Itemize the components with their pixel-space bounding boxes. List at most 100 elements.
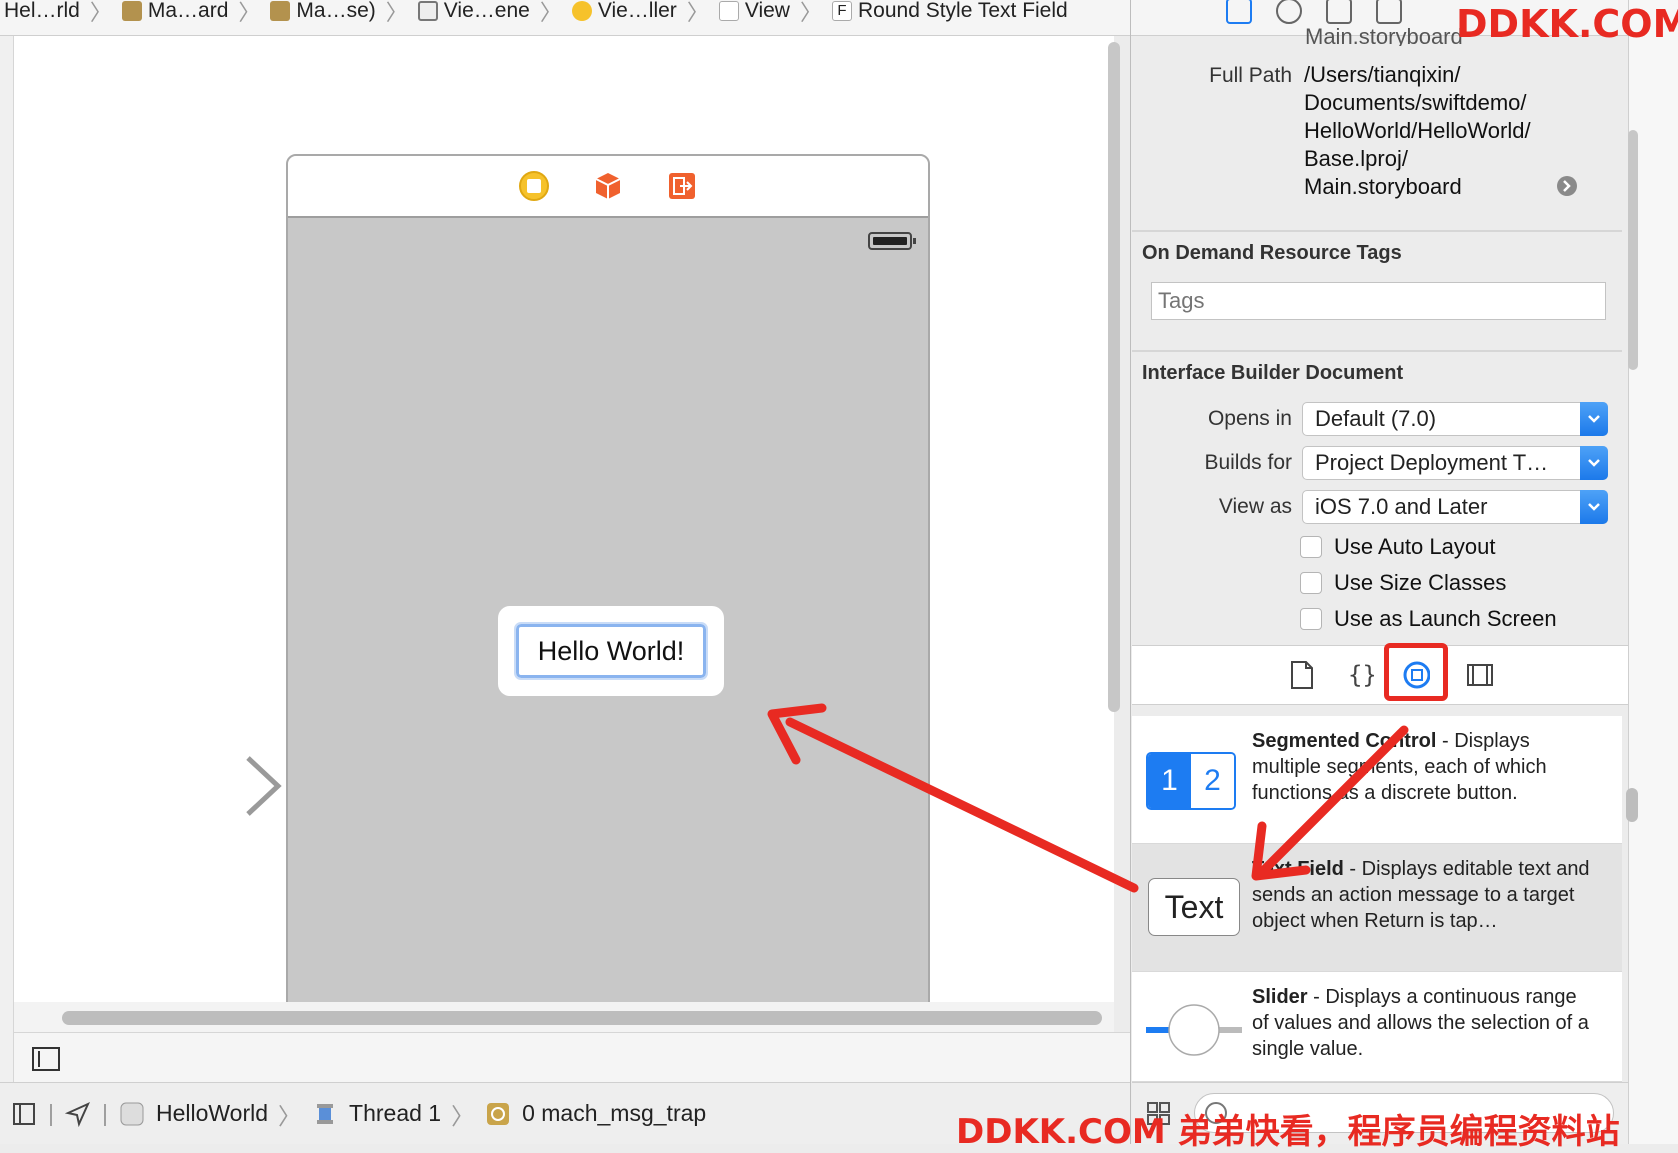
full-path-line: Documents/swiftdemo/: [1304, 90, 1527, 115]
full-path-line: Main.storyboard: [1304, 174, 1462, 199]
builds-for-label: Builds for: [1204, 451, 1292, 474]
view-as-value: iOS 7.0 and Later: [1315, 494, 1488, 519]
view-controller-scene[interactable]: Hello World!: [286, 154, 930, 1004]
view-as-label: View as: [1218, 495, 1292, 518]
debug-target-label[interactable]: HelloWorld: [156, 1100, 268, 1127]
jump-bar-breadcrumb: Hel…rld 〉 Ma…ard 〉 Ma…se) 〉 Vie…ene 〉 Vi…: [0, 0, 1130, 36]
library-item-description: Segmented Control - Displays multiple se…: [1252, 728, 1597, 806]
quick-help-icon[interactable]: [1276, 0, 1302, 24]
checkbox-box[interactable]: [1300, 608, 1322, 630]
hello-world-text-field[interactable]: Hello World!: [514, 622, 708, 680]
breadcrumb-separator: 〉: [238, 0, 261, 25]
divider: 〉: [278, 1102, 302, 1129]
library-item-text-field[interactable]: Text Text Field - Displays editable text…: [1132, 844, 1622, 972]
odr-section-title: On Demand Resource Tags: [1142, 242, 1402, 264]
canvas-vertical-scrollbar[interactable]: [1108, 42, 1120, 712]
debug-frame-label[interactable]: 0 mach_msg_trap: [522, 1100, 706, 1127]
builds-for-popup[interactable]: Project Deployment T…: [1302, 446, 1608, 480]
text-field-selection[interactable]: Hello World!: [498, 606, 724, 696]
use-size-classes-checkbox[interactable]: Use Size Classes: [1300, 570, 1506, 596]
opens-in-value: Default (7.0): [1315, 406, 1437, 431]
canvas-horizontal-scrollbar-track: [14, 1002, 1114, 1032]
full-path-line: /Users/tianqixin/: [1304, 62, 1461, 87]
media-library-icon[interactable]: [1466, 660, 1494, 690]
partial-path-text: Main.storyboard: [1305, 24, 1463, 46]
checkbox-box[interactable]: [1300, 536, 1322, 558]
library-vertical-scrollbar[interactable]: [1626, 788, 1638, 822]
divider: [1132, 350, 1622, 352]
breadcrumb-separator: 〉: [385, 0, 408, 25]
divider: |: [48, 1100, 54, 1126]
tags-input[interactable]: [1151, 282, 1606, 320]
storyboard-icon: [270, 0, 291, 21]
breadcrumb-item-project[interactable]: Hel…rld: [0, 0, 84, 23]
divider: [1132, 230, 1622, 232]
library-selector-bar: {}: [1132, 645, 1630, 705]
view-controller-icon: [571, 0, 592, 21]
breadcrumb-item-text-field[interactable]: F Round Style Text Field: [828, 0, 1072, 23]
breadcrumb-separator: 〉: [686, 0, 709, 25]
stack-frame-icon: [484, 1100, 512, 1128]
text-field-thumbnail: Text: [1148, 878, 1240, 936]
library-item-segmented-control[interactable]: 1 2 Segmented Control - Displays multipl…: [1132, 716, 1622, 844]
breadcrumb-item-storyboard[interactable]: Ma…se): [266, 0, 379, 23]
library-item-name: Segmented Control: [1252, 730, 1437, 752]
full-path-line: HelloWorld/HelloWorld/: [1304, 118, 1531, 143]
chevron-down-icon: [1580, 490, 1608, 524]
location-arrow-icon[interactable]: [64, 1100, 92, 1128]
library-item-description: Text Field - Displays editable text and …: [1252, 856, 1597, 934]
library-item-description: Slider - Displays a continuous range of …: [1252, 984, 1597, 1062]
use-as-launch-screen-checkbox[interactable]: Use as Launch Screen: [1300, 606, 1557, 632]
svg-text:{}: {}: [1348, 661, 1374, 689]
text-field-f-icon: F: [831, 0, 852, 21]
navigator-edge: [0, 36, 14, 1106]
document-outline-toggle-icon[interactable]: [32, 1047, 60, 1071]
chevron-down-icon: [1580, 446, 1608, 480]
view-hierarchy-icon[interactable]: [10, 1100, 38, 1128]
thread-spool-icon: [311, 1100, 339, 1128]
view-icon: [718, 0, 739, 21]
breadcrumb-separator: 〉: [539, 0, 562, 25]
opens-in-label: Opens in: [1207, 407, 1292, 430]
scene-icon: [417, 0, 438, 21]
scene-dock: [288, 156, 928, 218]
full-path-label: Full Path: [1209, 64, 1292, 87]
segment-label: 1: [1148, 754, 1191, 808]
code-snippet-library-icon[interactable]: {}: [1346, 660, 1374, 690]
segment-label: 2: [1191, 754, 1234, 808]
checkbox-label: Use as Launch Screen: [1334, 606, 1557, 631]
app-target-icon: [118, 1100, 146, 1128]
debug-thread-label[interactable]: Thread 1: [349, 1100, 441, 1127]
watermark-top: DDKK.COM: [1456, 2, 1678, 46]
canvas-bottom-bar: [14, 1032, 1130, 1082]
breadcrumb-item-scene[interactable]: Vie…ene: [414, 0, 534, 23]
folder-icon: [121, 0, 142, 21]
initial-view-controller-arrow[interactable]: [90, 754, 290, 834]
breadcrumb-item-view-controller[interactable]: Vie…ller: [568, 0, 681, 23]
breadcrumb-item-view[interactable]: View: [715, 0, 794, 23]
breadcrumb-separator: 〉: [89, 0, 112, 25]
use-auto-layout-checkbox[interactable]: Use Auto Layout: [1300, 534, 1495, 560]
slider-thumbnail: [1146, 1004, 1242, 1056]
library-item-slider[interactable]: Slider - Displays a continuous range of …: [1132, 972, 1622, 1082]
file-template-library-icon[interactable]: [1288, 660, 1316, 690]
view-as-popup[interactable]: iOS 7.0 and Later: [1302, 490, 1608, 524]
exit-icon[interactable]: [665, 169, 699, 203]
file-inspector-icon[interactable]: [1226, 0, 1252, 24]
divider: 〉: [451, 1102, 475, 1129]
reveal-in-finder-arrow-icon[interactable]: [1556, 175, 1578, 197]
segmented-control-thumbnail: 1 2: [1146, 752, 1236, 810]
inspector-vertical-scrollbar[interactable]: [1628, 130, 1638, 370]
canvas-horizontal-scrollbar[interactable]: [62, 1011, 1102, 1025]
first-responder-cube-icon[interactable]: [591, 169, 625, 203]
view-controller-icon[interactable]: [517, 169, 551, 203]
attributes-inspector-icon[interactable]: [1376, 0, 1402, 24]
checkbox-box[interactable]: [1300, 572, 1322, 594]
checkbox-label: Use Auto Layout: [1334, 534, 1496, 559]
battery-icon: [868, 232, 916, 250]
identity-inspector-icon[interactable]: [1326, 0, 1352, 24]
chevron-down-icon: [1580, 402, 1608, 436]
opens-in-popup[interactable]: Default (7.0): [1302, 402, 1608, 436]
full-path-line: Base.lproj/: [1304, 146, 1408, 171]
breadcrumb-item-folder[interactable]: Ma…ard: [118, 0, 233, 23]
